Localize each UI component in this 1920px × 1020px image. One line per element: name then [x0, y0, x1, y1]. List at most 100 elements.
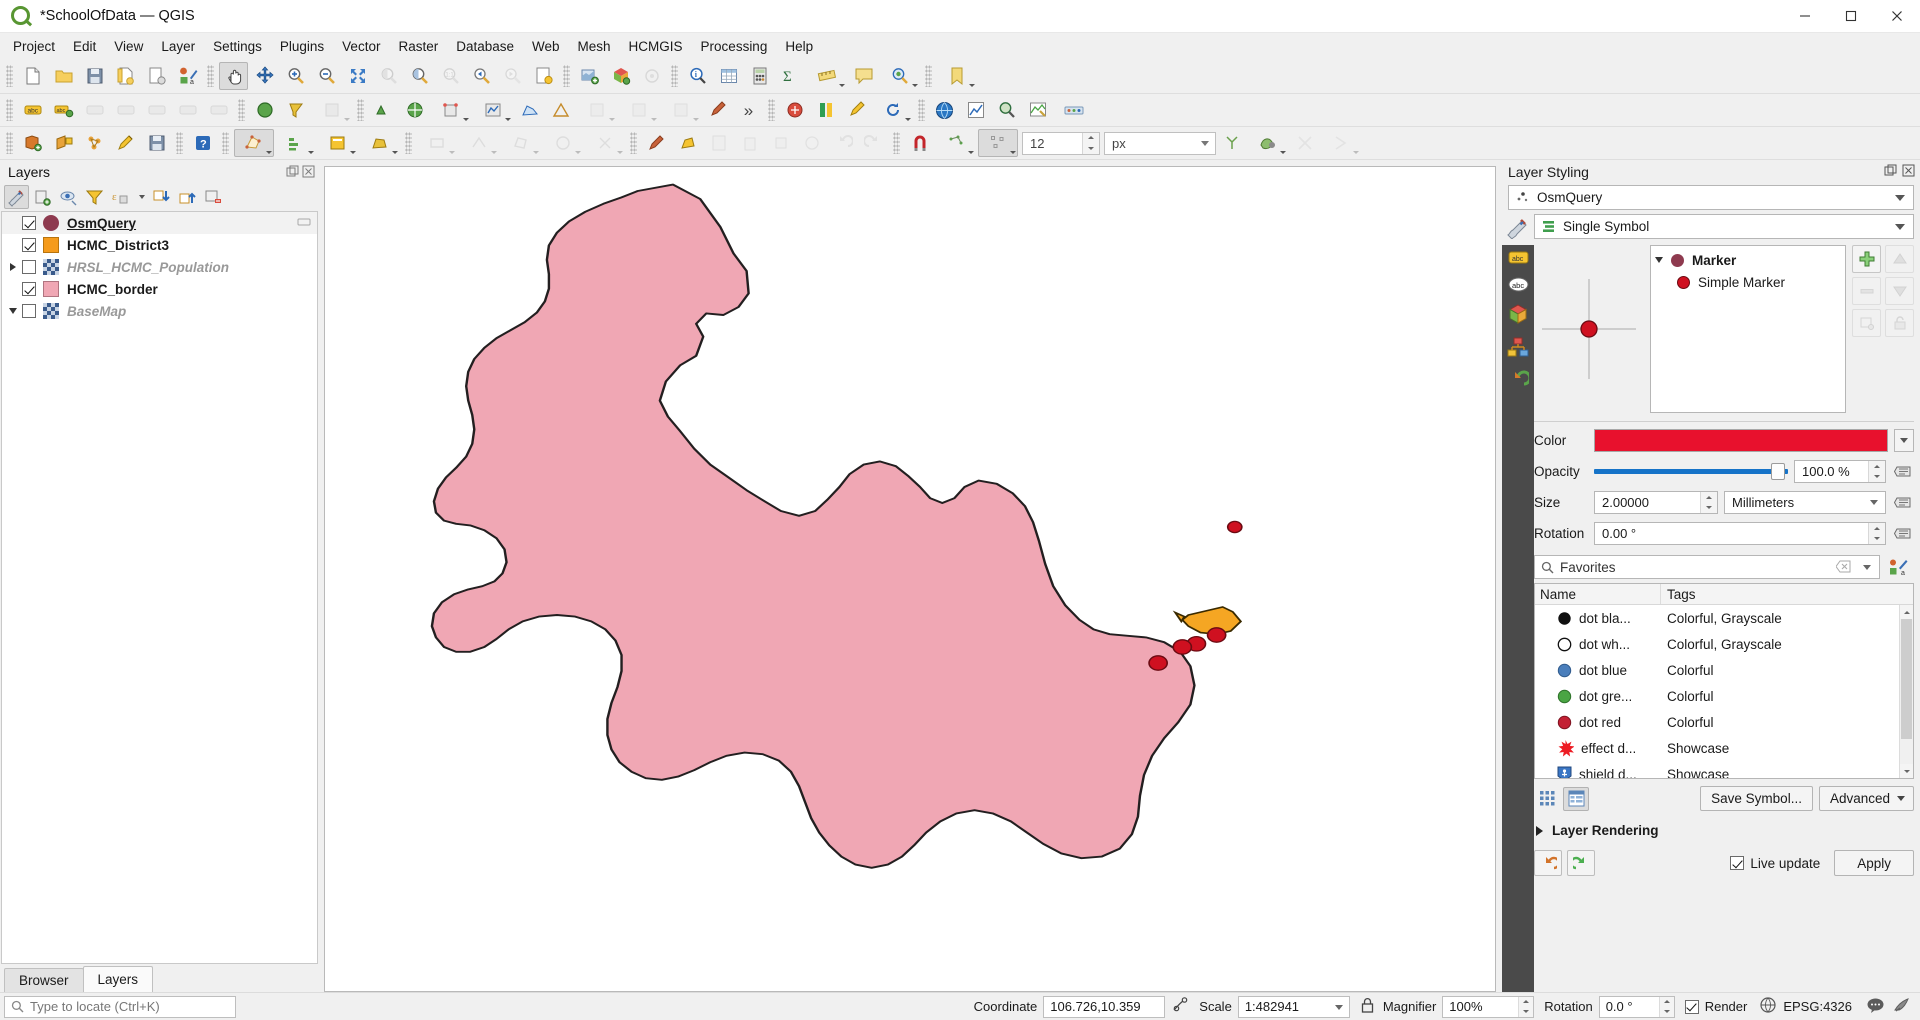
touch-zoom-icon[interactable]: [637, 62, 666, 90]
lock-symbol-layer-button[interactable]: [1885, 309, 1914, 337]
snapping-toggle-icon[interactable]: [905, 129, 934, 157]
add-wfs-layer-icon[interactable]: [49, 129, 78, 157]
table-row[interactable]: dot gre... Colorful: [1535, 683, 1913, 709]
measure-area-icon[interactable]: [515, 96, 544, 124]
advanced-button[interactable]: Advanced: [1818, 786, 1914, 811]
globe-crs-icon[interactable]: [1759, 996, 1777, 1017]
measure-line-icon[interactable]: [807, 62, 847, 90]
style-manager-button[interactable]: a: [1885, 555, 1911, 579]
menu-database[interactable]: Database: [447, 36, 523, 57]
toggle-editing-icon[interactable]: [111, 129, 140, 157]
messages-icon[interactable]: [1866, 997, 1885, 1017]
toolbar-grip[interactable]: [918, 99, 925, 121]
symbol-library-table[interactable]: Name Tags dot bla... Colorful, Grayscale…: [1534, 583, 1914, 779]
layer-tree-item-basemap[interactable]: BaseMap: [2, 300, 317, 322]
map-canvas[interactable]: [324, 166, 1496, 992]
select-by-expression-icon[interactable]: [312, 96, 352, 124]
new-3d-map-view-icon[interactable]: [606, 62, 635, 90]
history-undo-icon[interactable]: [1507, 370, 1532, 393]
open-layer-styling-panel-button[interactable]: [4, 185, 29, 209]
duplicate-symbol-layer-button[interactable]: [1852, 309, 1881, 337]
modify-attributes-icon[interactable]: [318, 129, 358, 157]
zoom-to-layer-icon[interactable]: [405, 62, 434, 90]
zoom-full-icon[interactable]: [343, 62, 372, 90]
tab-layers[interactable]: Layers: [82, 966, 154, 992]
layer-selector-combo[interactable]: OsmQuery: [1508, 185, 1914, 210]
layer-group-icon[interactable]: [619, 96, 659, 124]
zoom-out-icon[interactable]: [312, 62, 341, 90]
column-header-tags[interactable]: Tags: [1661, 584, 1913, 604]
new-map-view-icon[interactable]: [575, 62, 604, 90]
layer-visibility-checkbox[interactable]: [22, 304, 36, 318]
menu-settings[interactable]: Settings: [204, 36, 271, 57]
maximize-button[interactable]: [1828, 0, 1874, 33]
toolbar-grip[interactable]: [925, 65, 932, 87]
reshape-features-icon[interactable]: [543, 129, 583, 157]
snapping-tolerance-input[interactable]: 12: [1022, 131, 1100, 155]
add-vector-layer-icon[interactable]: [18, 129, 47, 157]
opacity-value-input[interactable]: 100.0 %: [1794, 460, 1886, 483]
toolbar-grip[interactable]: [893, 132, 900, 154]
size-value-input[interactable]: 2.00000: [1594, 491, 1718, 514]
toolbar-grip[interactable]: [207, 65, 214, 87]
plugin-toolbox-icon[interactable]: [1054, 96, 1094, 124]
layer-tree[interactable]: OsmQuery HCMC_District3 HRSL_HCMC_Popula…: [1, 211, 318, 964]
chevron-down-icon[interactable]: [1655, 257, 1663, 263]
new-print-layout-icon[interactable]: [142, 62, 171, 90]
table-row[interactable]: dot blue Colorful: [1535, 657, 1913, 683]
select-features-icon[interactable]: [250, 96, 279, 124]
scroll-thumb[interactable]: [1901, 619, 1912, 739]
add-feature-icon[interactable]: [234, 129, 274, 157]
symbology-tab[interactable]: [1503, 214, 1533, 242]
menu-view[interactable]: View: [105, 36, 152, 57]
diagram-icon[interactable]: [1507, 337, 1529, 361]
symbol-table-scrollbar[interactable]: [1899, 605, 1913, 778]
filter-legend-expression-button[interactable]: ε: [108, 185, 133, 209]
delete-selected-icon[interactable]: [735, 129, 764, 157]
rotation-data-defined-override-icon[interactable]: [1892, 523, 1914, 545]
column-header-name[interactable]: Name: [1535, 584, 1661, 604]
remove-symbol-layer-button[interactable]: [1852, 277, 1881, 305]
crs-value[interactable]: EPSG:4326: [1783, 999, 1852, 1014]
scale-combo[interactable]: 1:482941: [1237, 995, 1350, 1018]
symbol-tree-child[interactable]: Simple Marker: [1651, 271, 1845, 293]
menu-edit[interactable]: Edit: [64, 36, 105, 57]
save-project-icon[interactable]: [80, 62, 109, 90]
color-swatch-button[interactable]: [1594, 429, 1888, 452]
toolbar-grip[interactable]: [6, 65, 13, 87]
add-group-button[interactable]: [30, 185, 55, 209]
layer-visibility-checkbox[interactable]: [22, 260, 36, 274]
move-up-symbol-layer-button[interactable]: [1885, 245, 1914, 273]
refresh-icon[interactable]: [873, 96, 913, 124]
add-polygon-icon[interactable]: [501, 129, 541, 157]
size-data-defined-override-icon[interactable]: [1892, 492, 1914, 514]
menu-plugins[interactable]: Plugins: [271, 36, 333, 57]
layer-rendering-section[interactable]: Layer Rendering: [1534, 823, 1914, 838]
style-manager-icon[interactable]: a: [173, 62, 202, 90]
toolbar-grip[interactable]: [671, 65, 678, 87]
symbol-tree-root[interactable]: Marker: [1651, 249, 1845, 271]
log-messages-icon[interactable]: [1893, 997, 1912, 1017]
enable-tracing-icon[interactable]: [1290, 129, 1319, 157]
expand-all-button[interactable]: [149, 185, 174, 209]
scroll-up-arrow-icon[interactable]: [1900, 605, 1913, 619]
pan-map-icon[interactable]: [219, 62, 248, 90]
undock-icon[interactable]: [1884, 164, 1897, 180]
rotation-input[interactable]: 0.0 °: [1598, 995, 1675, 1018]
show-spatial-bookmarks-icon[interactable]: [937, 62, 977, 90]
undo-icon[interactable]: [828, 129, 857, 157]
process-select-icon[interactable]: [473, 96, 513, 124]
cube-3d-icon[interactable]: [1507, 304, 1529, 328]
georeferencer-icon[interactable]: [992, 96, 1021, 124]
labels-abc-icon[interactable]: abc: [1508, 250, 1529, 268]
metasearch-icon[interactable]: [1023, 96, 1052, 124]
vertex-tool-icon[interactable]: [276, 129, 316, 157]
collapse-all-button[interactable]: [175, 185, 200, 209]
zoom-native-icon[interactable]: 1:1: [436, 62, 465, 90]
topological-editing-icon[interactable]: [1217, 129, 1246, 157]
toolbar-grip[interactable]: [176, 132, 183, 154]
lock-scale-icon[interactable]: [1360, 997, 1375, 1017]
layer-tree-item-hrsl-hcmc-population[interactable]: HRSL_HCMC_Population: [2, 256, 317, 278]
toolbar-grip[interactable]: [563, 65, 570, 87]
save-symbol-button[interactable]: Save Symbol...: [1700, 786, 1813, 811]
